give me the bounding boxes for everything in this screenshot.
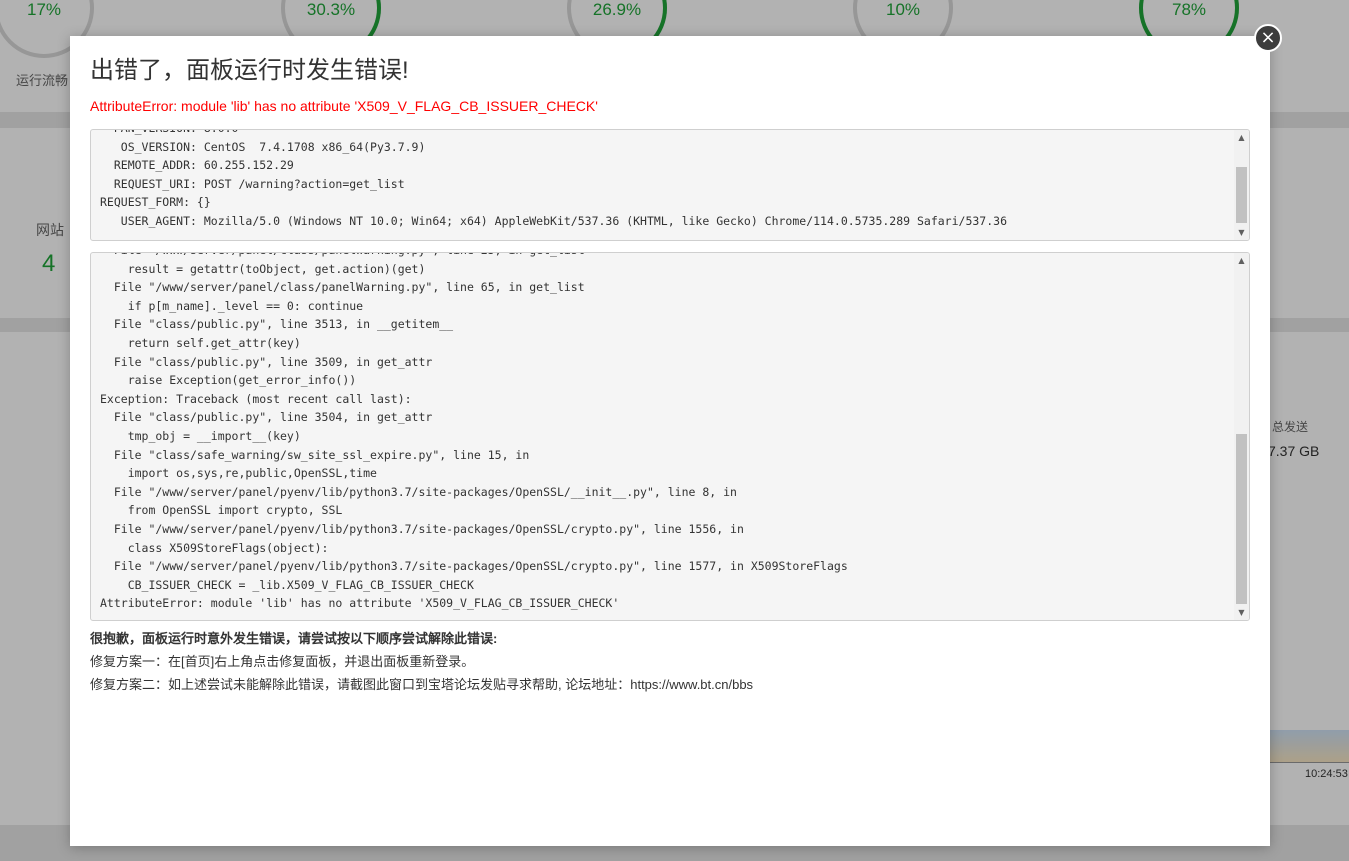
env-line: PAN_VERSION: 8.0.0 [100,130,1229,138]
env-line: REQUEST_FORM: {} [100,195,211,210]
environment-scrollbar[interactable]: ▲ ▼ [1234,130,1249,240]
scroll-up-icon[interactable]: ▲ [1234,130,1249,145]
error-message: AttributeError: module 'lib' has no attr… [90,98,598,114]
scroll-thumb[interactable] [1236,167,1247,223]
close-icon[interactable]: × [1254,24,1282,52]
dialog-title: 出错了，面板运行时发生错误! [90,57,409,84]
traceback-line: CB_ISSUER_CHECK = _lib.X509_V_FLAG_CB_IS… [100,577,474,592]
error-dialog: 出错了，面板运行时发生错误! AttributeError: module 'l… [70,36,1270,846]
traceback-scrollbar[interactable]: ▲ ▼ [1234,253,1249,620]
traceback-line: File "class/public.py", line 3513, in __… [100,317,454,332]
env-line: REMOTE_ADDR: 60.255.152.29 [100,158,294,173]
scroll-up-icon[interactable]: ▲ [1234,253,1249,268]
traceback-line: File "/www/server/panel/pyenv/lib/python… [100,521,744,536]
scroll-down-icon[interactable]: ▼ [1234,605,1249,620]
traceback-line: return self.get_attr(key) [100,335,301,350]
traceback-line: import os,sys,re,public,OpenSSL,time [100,466,377,481]
fix-option-2: 修复方案二：如上述尝试未能解除此错误，请截图此窗口到宝塔论坛发贴寻求帮助, 论坛… [90,677,754,692]
traceback-text: File "/www/server/panel/class/panelWarni… [91,253,1249,613]
traceback-line: class X509StoreFlags(object): [100,540,329,555]
traceback-line: tmp_obj = __import__(key) [100,428,301,443]
traceback-line: File "/www/server/panel/pyenv/lib/python… [100,484,737,499]
traceback-line: raise Exception(get_error_info()) [100,373,357,388]
traceback-line: File "/www/server/panel/class/panelWarni… [100,253,1229,260]
traceback-line: File "class/public.py", line 3504, in ge… [100,410,433,425]
traceback-line: Exception: Traceback (most recent call l… [100,391,412,406]
traceback-line: File "class/public.py", line 3509, in ge… [100,354,433,369]
env-line: OS_VERSION: CentOS 7.4.1708 x86_64(Py3.7… [100,139,426,154]
fix-option-1: 修复方案一：在[首页]右上角点击修复面板，并退出面板重新登录。 [90,654,475,669]
scroll-down-icon[interactable]: ▼ [1234,225,1249,240]
environment-info-text: PAN_VERSION: 8.0.0 OS_VERSION: CentOS 7.… [91,130,1249,231]
scroll-thumb[interactable] [1236,434,1247,604]
traceback-line: File "class/safe_warning/sw_site_ssl_exp… [100,447,530,462]
traceback-line: from OpenSSL import crypto, SSL [100,503,343,518]
traceback-line: AttributeError: module 'lib' has no attr… [100,596,620,611]
env-line: REQUEST_URI: POST /warning?action=get_li… [100,176,405,191]
traceback-line: result = getattr(toObject, get.action)(g… [100,261,426,276]
traceback-line: if p[m_name]._level == 0: continue [100,298,364,313]
help-section: 很抱歉，面板运行时意外发生错误，请尝试按以下顺序尝试解除此错误: 修复方案一：在… [90,627,1250,696]
environment-info-box[interactable]: PAN_VERSION: 8.0.0 OS_VERSION: CentOS 7.… [90,129,1250,241]
help-title: 很抱歉，面板运行时意外发生错误，请尝试按以下顺序尝试解除此错误: [90,631,498,646]
traceback-line: File "/www/server/panel/pyenv/lib/python… [100,559,848,574]
traceback-line: File "/www/server/panel/class/panelWarni… [100,280,585,295]
traceback-box[interactable]: File "/www/server/panel/class/panelWarni… [90,252,1250,621]
env-line: USER_AGENT: Mozilla/5.0 (Windows NT 10.0… [100,213,1007,228]
